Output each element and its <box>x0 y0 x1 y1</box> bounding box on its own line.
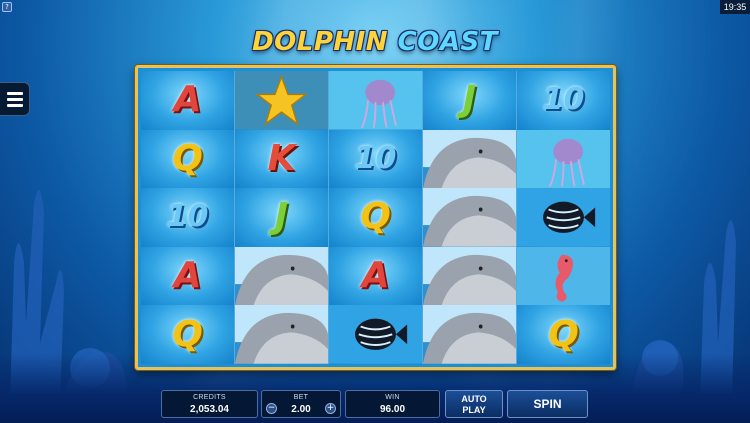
autoplay-label-line2: PLAY <box>462 405 486 415</box>
reel-3: 10 Q A <box>329 71 423 364</box>
autoplay-button[interactable]: AUTO PLAY <box>445 390 503 418</box>
symbol-label: K <box>267 137 296 179</box>
reel-1: A Q 10 A Q <box>141 71 235 364</box>
reel-4: J <box>423 71 517 364</box>
help-icon[interactable]: ? <box>2 2 12 12</box>
hamburger-menu-icon <box>6 91 23 95</box>
reel-2: KJ <box>235 71 329 364</box>
symbol-label: J <box>462 79 477 121</box>
dolphin-symbol-icon <box>423 129 516 189</box>
menu-button[interactable] <box>0 82 30 116</box>
bet-panel: BET 2.00 − + <box>261 390 341 418</box>
dolphin-symbol-icon <box>423 305 516 364</box>
reel-area: A Q 10 A Q K J 10 Q A J 10 Q <box>135 65 616 370</box>
symbol-label: A <box>173 255 202 297</box>
symbol-10: 10 <box>517 71 610 130</box>
reel-5: 10 Q <box>517 71 610 364</box>
angelfish-symbol-icon <box>517 188 610 247</box>
symbol-j: J <box>423 71 516 130</box>
symbol-label: Q <box>172 137 203 179</box>
symbol-q: Q <box>141 129 234 189</box>
dolphin-symbol-icon <box>423 246 516 306</box>
game-logo: DOLPHIN COAST <box>0 27 750 61</box>
symbol-label: 10 <box>542 82 585 118</box>
symbol-a: A <box>141 246 234 306</box>
starfish-symbol-icon <box>235 71 328 130</box>
win-panel: WIN 96.00 <box>345 390 440 418</box>
symbol-q: Q <box>517 305 610 364</box>
symbol-j: J <box>235 188 328 247</box>
symbol-label: 10 <box>166 199 209 235</box>
symbol-10: 10 <box>329 129 422 189</box>
angelfish-symbol-icon <box>329 305 422 364</box>
jellyfish-symbol-icon <box>329 71 422 130</box>
logo-word-1: DOLPHIN <box>252 27 389 57</box>
autoplay-label-line1: AUTO <box>461 394 487 404</box>
symbol-label: A <box>173 79 202 121</box>
symbol-10: 10 <box>141 188 234 247</box>
bet-label: BET <box>293 394 309 401</box>
symbol-a: A <box>141 71 234 130</box>
dolphin-symbol-icon <box>423 188 516 247</box>
credits-value: 2,053.04 <box>190 404 229 415</box>
symbol-q: Q <box>329 188 422 247</box>
win-value: 96.00 <box>379 404 406 415</box>
spin-button[interactable]: SPIN <box>507 390 588 418</box>
symbol-label: Q <box>360 196 391 238</box>
credits-label: CREDITS <box>193 394 226 401</box>
symbol-a: A <box>329 246 422 306</box>
clock: 19:35 <box>720 0 750 14</box>
symbol-k: K <box>235 129 328 189</box>
bet-decrease-button[interactable]: − <box>266 403 277 414</box>
symbol-q: Q <box>141 305 234 364</box>
symbol-label: Q <box>172 313 203 355</box>
jellyfish-symbol-icon <box>517 129 610 189</box>
dolphin-symbol-icon <box>235 305 328 364</box>
bet-increase-button[interactable]: + <box>325 403 336 414</box>
win-label: WIN <box>385 394 400 401</box>
symbol-label: J <box>274 196 289 238</box>
symbol-label: 10 <box>354 140 397 176</box>
symbol-label: A <box>361 255 390 297</box>
symbol-label: Q <box>548 313 579 355</box>
control-bar: CREDITS 2,053.04 BET 2.00 − + WIN 96.00 … <box>0 390 750 418</box>
credits-panel: CREDITS 2,053.04 <box>161 390 258 418</box>
dolphin-symbol-icon <box>235 246 328 306</box>
seahorse-symbol-icon <box>517 246 610 306</box>
logo-word-2: COAST <box>397 27 498 57</box>
